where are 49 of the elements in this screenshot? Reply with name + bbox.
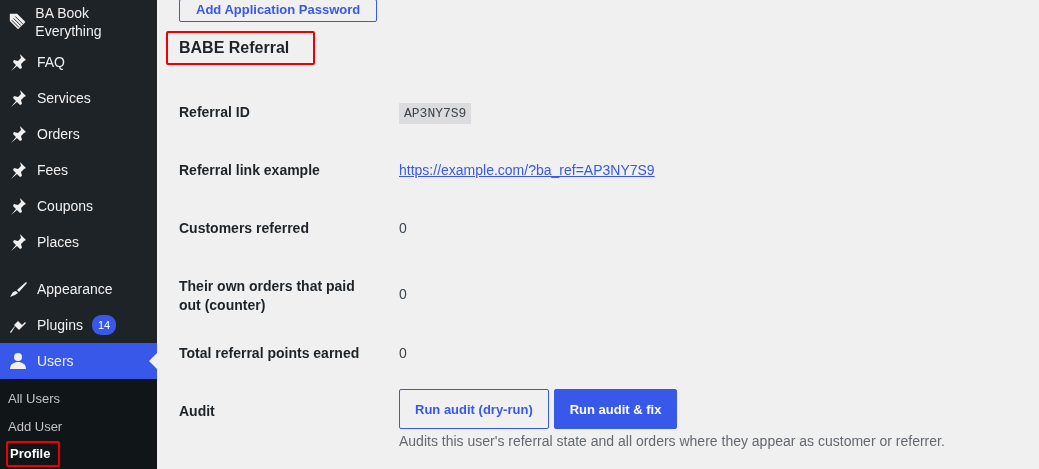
field-label: Customers referred xyxy=(179,219,310,238)
menu-label: Places xyxy=(37,233,80,251)
count-badge: 14 xyxy=(91,315,117,335)
menu-label: Services xyxy=(37,89,91,107)
referral-link[interactable]: https://example.com/?ba_ref=AP3NY7S9 xyxy=(399,162,655,178)
user-icon xyxy=(8,351,28,371)
sidebar-item[interactable]: Appearance xyxy=(0,271,157,307)
section-title: BABE Referral xyxy=(166,31,316,65)
menu-label: Appearance xyxy=(37,280,113,298)
sidebar-item[interactable]: Users xyxy=(0,343,157,379)
tag-icon xyxy=(8,12,27,32)
menu-label: Orders xyxy=(37,125,80,143)
field-value: 0 xyxy=(399,345,407,361)
add-password-button[interactable]: Add Application Password xyxy=(179,0,378,22)
sidebar-item[interactable]: Fees xyxy=(0,152,157,188)
menu-label: BA Book Everything xyxy=(35,4,103,40)
menu-label: Coupons xyxy=(37,197,94,215)
sidebar-item[interactable]: Coupons xyxy=(0,188,157,224)
referral-code: AP3NY7S9 xyxy=(399,103,472,124)
field-label: Referral link example xyxy=(179,161,321,180)
pin-icon xyxy=(8,124,28,144)
field-label: Their own orders that paid out (counter) xyxy=(179,277,356,315)
submenu-item[interactable]: All Users xyxy=(0,385,157,413)
pin-icon xyxy=(8,52,28,72)
field-label: Referral ID xyxy=(179,103,251,122)
field-label: Audit xyxy=(179,402,216,421)
menu-label: Users xyxy=(37,352,74,370)
pin-icon xyxy=(8,88,28,108)
field-value: 0 xyxy=(399,220,407,236)
submenu-item[interactable]: Profile xyxy=(6,441,61,467)
sidebar-item[interactable]: FAQ xyxy=(0,44,157,80)
submenu-item[interactable]: Add User xyxy=(0,413,157,441)
pin-icon xyxy=(8,232,28,252)
description-text: Audits this user's referral state and all orders where they appear as customer or referrer. xyxy=(399,433,946,449)
menu-label: FAQ xyxy=(37,53,65,71)
sidebar-item[interactable]: Orders xyxy=(0,116,157,152)
field-label: Total referral points earned xyxy=(179,344,361,363)
audit-button[interactable]: Run audit (dry-run) xyxy=(399,389,549,429)
sidebar-item[interactable]: Places xyxy=(0,224,157,260)
brush-icon xyxy=(8,279,28,299)
sidebar-item[interactable]: Plugins 14 xyxy=(0,307,157,343)
menu-label: Plugins xyxy=(37,316,83,334)
menu-label: Fees xyxy=(37,161,69,179)
field-value: 0 xyxy=(399,286,407,302)
sidebar-item[interactable]: Services xyxy=(0,80,157,116)
sidebar-item[interactable]: BA Book Everything xyxy=(0,0,157,44)
pin-icon xyxy=(8,160,28,180)
audit-button[interactable]: Run audit & fix xyxy=(553,389,678,429)
pin-icon xyxy=(8,196,28,216)
